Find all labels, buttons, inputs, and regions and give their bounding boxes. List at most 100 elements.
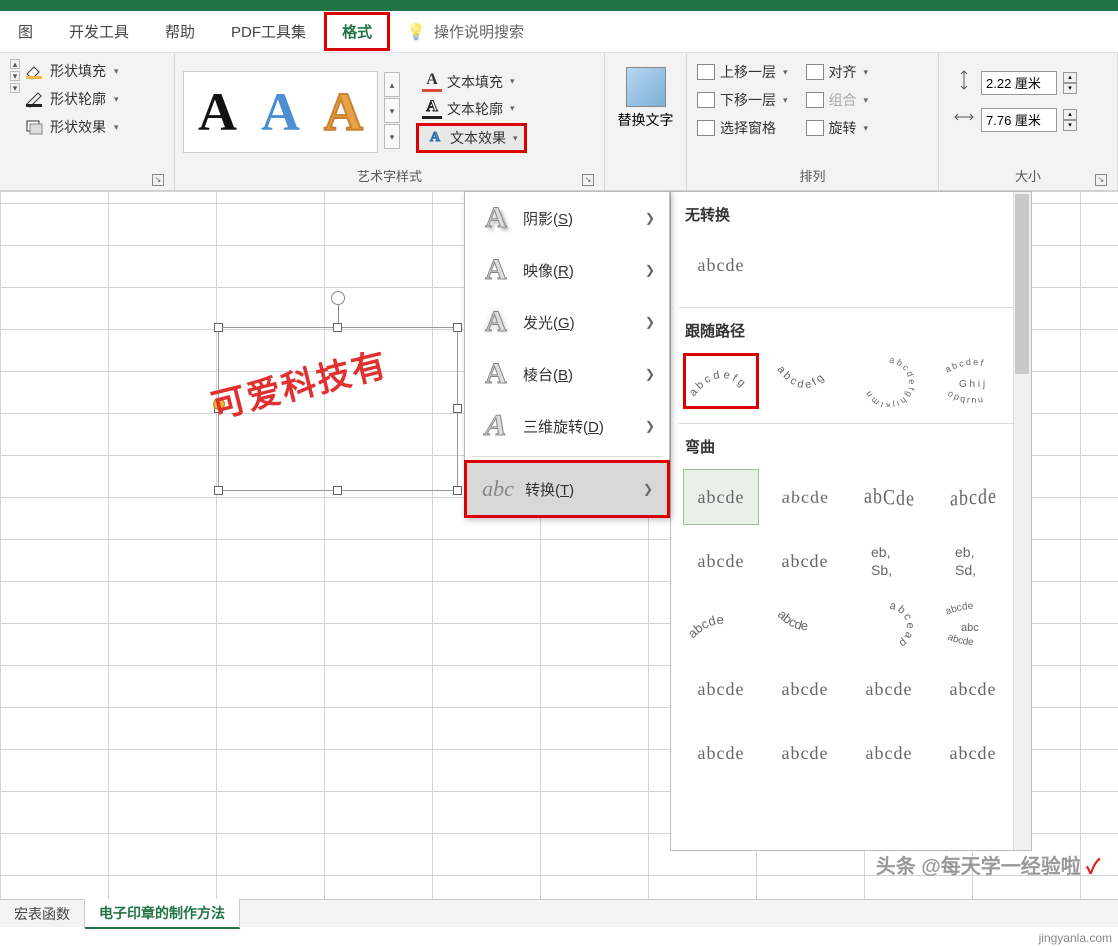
svg-text:Sb,: Sb,: [871, 562, 892, 578]
wordart-style-3[interactable]: A: [324, 81, 363, 143]
wordart-gallery[interactable]: A A A: [183, 71, 378, 153]
chevron-down-icon: ▾: [114, 94, 119, 105]
shape-outline-button[interactable]: 形状轮廓 ▾: [20, 87, 123, 111]
warp-chevron-up[interactable]: abcde: [683, 533, 759, 589]
wordart-group-label: 艺术字样式 ↘: [183, 163, 596, 188]
chevron-right-icon: ❯: [645, 367, 655, 381]
warp-button-pour[interactable]: abcdeabcabcde: [935, 597, 1011, 653]
menu-3d-rotation[interactable]: A三维旋转(D)❯: [465, 400, 669, 452]
shape-effects-button[interactable]: 形状效果 ▾: [20, 115, 123, 139]
svg-text:Sd,: Sd,: [955, 562, 976, 578]
scrollbar-thumb[interactable]: [1015, 194, 1029, 374]
bring-forward-button[interactable]: 上移一层▾: [695, 61, 790, 83]
svg-text:eb,: eb,: [955, 544, 974, 560]
transform-button[interactable]: abcdef G h i j opqrnu: [935, 353, 1011, 409]
tab-pdf[interactable]: PDF工具集: [213, 13, 324, 50]
rotation-handle[interactable]: [331, 291, 345, 305]
text-fill-button[interactable]: A 文本填充 ▾: [416, 69, 527, 94]
svg-text:eb,: eb,: [871, 544, 890, 560]
sheet-tab-2[interactable]: 电子印章的制作方法: [85, 899, 240, 929]
selected-shape[interactable]: 可爱科技有: [218, 291, 458, 491]
transform-none[interactable]: abcde: [683, 237, 759, 293]
warp-circle-pour[interactable]: abceap: [851, 597, 927, 653]
dialog-launcher-icon[interactable]: ↘: [1095, 174, 1107, 186]
height-spinner[interactable]: ▴▾: [1063, 72, 1077, 94]
menu-shadow[interactable]: A阴影(S)❯: [465, 192, 669, 244]
warp-arch-up[interactable]: abcde: [683, 597, 759, 653]
warp-ring-outside[interactable]: eb, Sd,: [935, 533, 1011, 589]
chevron-down-icon: ▾: [513, 133, 518, 144]
sheet-tab-1[interactable]: 宏表函数: [0, 900, 85, 928]
worksheet-area[interactable]: /*lines below generated statically*/ 可爱科…: [0, 191, 1118, 919]
chevron-down-icon: ▾: [114, 122, 119, 133]
selection-pane-button[interactable]: 选择窗格: [695, 117, 790, 139]
warp-wave2[interactable]: abcde: [767, 725, 843, 781]
svg-text:G h i j: G h i j: [959, 379, 985, 390]
text-effects-menu: A阴影(S)❯ A映像(R)❯ A发光(G)❯ A棱台(B)❯ A三维旋转(D)…: [464, 191, 670, 518]
resize-handle[interactable]: [214, 486, 223, 495]
warp-wave4[interactable]: abcde: [935, 725, 1011, 781]
dialog-launcher-icon[interactable]: ↘: [152, 174, 164, 186]
svg-text:abcde: abcde: [944, 601, 974, 618]
wordart-text[interactable]: 可爱科技有: [206, 337, 393, 428]
transform-arch-down[interactable]: abcdefg: [767, 353, 843, 409]
warp-ring-inside[interactable]: eb, Sb,: [851, 533, 927, 589]
warp-curve-down[interactable]: abcde: [767, 661, 843, 717]
width-input[interactable]: 7.76 厘米: [981, 108, 1057, 132]
wordart-style-2[interactable]: A: [261, 81, 300, 143]
rotate-icon: [806, 120, 824, 136]
warp-stop[interactable]: abcde: [767, 469, 843, 525]
resize-handle[interactable]: [453, 323, 462, 332]
alt-text-button[interactable]: 替换文字: [618, 110, 674, 130]
resize-handle[interactable]: [214, 323, 223, 332]
menu-bevel[interactable]: A棱台(B)❯: [465, 348, 669, 400]
bring-forward-icon: [697, 64, 715, 80]
text-fill-label: 文本填充: [447, 72, 503, 92]
gallery-scroll[interactable]: ▴▾▾: [10, 59, 20, 93]
tab-help[interactable]: 帮助: [147, 13, 213, 50]
menu-glow[interactable]: A发光(G)❯: [465, 296, 669, 348]
tell-me-search[interactable]: 操作说明搜索: [434, 21, 524, 42]
warp-triangle-up[interactable]: abCde: [851, 469, 927, 525]
warp-triangle-down[interactable]: abcde: [935, 469, 1011, 525]
bucket-icon: [24, 62, 44, 80]
svg-text:abceap: abceap: [888, 600, 916, 651]
resize-handle[interactable]: [453, 486, 462, 495]
warp-wave1[interactable]: abcde: [683, 725, 759, 781]
tab-developer[interactable]: 开发工具: [51, 13, 147, 50]
align-icon: [806, 64, 824, 80]
send-backward-button[interactable]: 下移一层▾: [695, 89, 790, 111]
text-outline-label: 文本轮廓: [447, 99, 503, 119]
rotate-button[interactable]: 旋转▾: [804, 117, 871, 139]
menu-reflection[interactable]: A映像(R)❯: [465, 244, 669, 296]
resize-handle[interactable]: [453, 404, 462, 413]
align-button[interactable]: 对齐▾: [804, 61, 871, 83]
warp-wave3[interactable]: abcde: [851, 725, 927, 781]
warp-plain[interactable]: abcde: [683, 469, 759, 525]
warp-arch-down[interactable]: abcde: [767, 597, 843, 653]
tab-format[interactable]: 格式: [324, 12, 390, 51]
gallery-spinner[interactable]: ▴▾▾: [384, 72, 400, 149]
warp-chevron-down[interactable]: abcde: [767, 533, 843, 589]
shape-fill-button[interactable]: 形状填充 ▾: [20, 59, 123, 83]
scrollbar[interactable]: [1013, 192, 1031, 850]
width-spinner[interactable]: ▴▾: [1063, 109, 1077, 131]
resize-handle[interactable]: [333, 486, 342, 495]
text-effects-button[interactable]: A 文本效果 ▾: [416, 123, 527, 153]
tab-view[interactable]: 图: [0, 13, 51, 50]
section-warp: 弯曲: [671, 424, 1031, 463]
selection-pane-icon: [697, 120, 715, 136]
warp-can-up[interactable]: abcde: [851, 661, 927, 717]
warp-curve-up[interactable]: abcde: [683, 661, 759, 717]
text-outline-button[interactable]: A 文本轮廓 ▾: [416, 96, 527, 121]
wordart-style-1[interactable]: A: [198, 81, 237, 143]
menu-transform[interactable]: abc转换(T)❯: [464, 460, 670, 518]
width-icon: [953, 106, 975, 133]
dialog-launcher-icon[interactable]: ↘: [582, 174, 594, 186]
height-input[interactable]: 2.22 厘米: [981, 71, 1057, 95]
resize-handle[interactable]: [333, 323, 342, 332]
text-effects-icon: A: [425, 130, 445, 146]
warp-can-down[interactable]: abcde: [935, 661, 1011, 717]
transform-circle[interactable]: abcdefghijklmn: [851, 353, 927, 409]
transform-arch-up[interactable]: abcdefg: [683, 353, 759, 409]
